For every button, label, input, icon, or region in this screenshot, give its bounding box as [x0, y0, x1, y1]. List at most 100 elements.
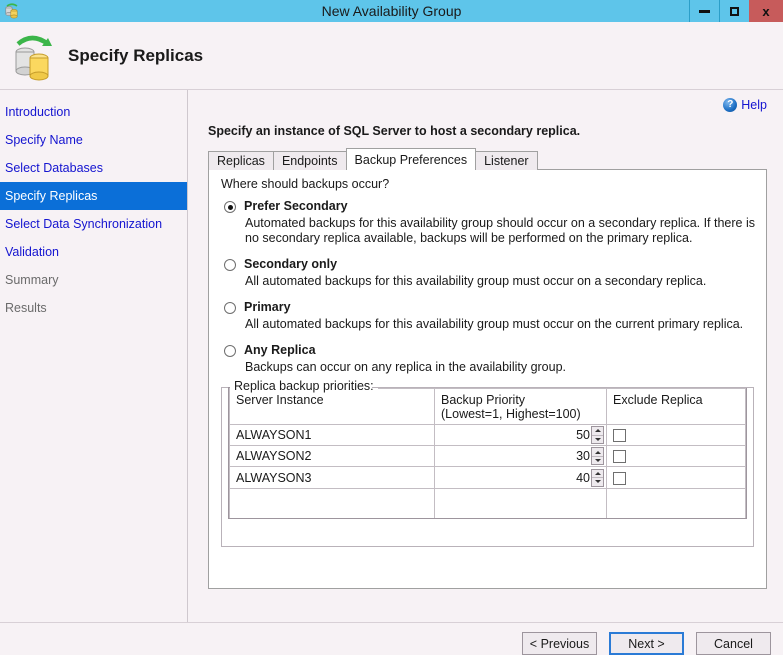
- priority-value: 40: [576, 470, 590, 485]
- minimize-icon: [699, 9, 710, 13]
- close-icon: x: [762, 3, 770, 19]
- table-row[interactable]: ALWAYSON2 30: [229, 445, 746, 468]
- dialog-footer: < Previous Next > Cancel: [0, 622, 783, 655]
- cell-backup-priority[interactable]: 30: [434, 445, 607, 468]
- tab-endpoints[interactable]: Endpoints: [272, 151, 347, 170]
- sidebar-item-select-databases[interactable]: Select Databases: [0, 154, 187, 182]
- instruction-text: Specify an instance of SQL Server to hos…: [208, 124, 581, 138]
- radio-prefer-secondary-label: Prefer Secondary: [244, 199, 348, 213]
- cell-exclude-replica[interactable]: [606, 466, 746, 489]
- table-row[interactable]: ALWAYSON1 50: [229, 423, 746, 447]
- radio-prefer-secondary-mark: [224, 201, 236, 213]
- priority-stepper[interactable]: 50: [435, 425, 606, 445]
- radio-primary[interactable]: Primary: [221, 300, 756, 315]
- radio-primary-label: Primary: [244, 300, 291, 314]
- dialog-body: Introduction Specify Name Select Databas…: [0, 90, 783, 643]
- radio-any-replica-description: Backups can occur on any replica in the …: [245, 360, 567, 374]
- radio-any-replica-mark: [224, 345, 236, 357]
- radio-primary-mark: [224, 302, 236, 314]
- cell-exclude-replica[interactable]: [606, 445, 746, 468]
- radio-prefer-secondary[interactable]: Prefer Secondary: [221, 199, 756, 214]
- replica-backup-priorities-group: Replica backup priorities: Server Instan…: [221, 379, 754, 547]
- tab-replicas[interactable]: Replicas: [208, 151, 274, 170]
- tab-listener[interactable]: Listener: [475, 151, 538, 170]
- column-header-backup-priority-line2: (Lowest=1, Highest=100): [441, 407, 581, 421]
- backup-location-question: Where should backups occur?: [221, 177, 390, 191]
- new-availability-group-dialog: New Availability Group x Specify Replica…: [0, 0, 783, 655]
- priority-value: 50: [576, 428, 590, 443]
- window-controls: x: [689, 0, 783, 22]
- sidebar-item-select-data-synchronization[interactable]: Select Data Synchronization: [0, 210, 187, 238]
- tab-backup-preferences[interactable]: Backup Preferences: [345, 148, 477, 170]
- radio-secondary-only-label: Secondary only: [244, 257, 338, 271]
- sidebar-item-results: Results: [5, 301, 47, 315]
- maximize-button[interactable]: [719, 0, 749, 22]
- radio-prefer-secondary-description: Automated backups for this availability …: [245, 216, 755, 245]
- sidebar-item-validation[interactable]: Validation: [0, 238, 187, 266]
- spinner-up-button[interactable]: [592, 469, 603, 478]
- chevron-down-icon: [594, 480, 601, 484]
- radio-secondary-only[interactable]: Secondary only: [221, 257, 756, 272]
- backup-preferences-panel: Where should backups occur? Prefer Secon…: [208, 169, 767, 589]
- radio-any-replica[interactable]: Any Replica: [221, 343, 756, 358]
- chevron-up-icon: [594, 450, 601, 454]
- main-content: ? Help Specify an instance of SQL Server…: [188, 90, 783, 643]
- spinner-down-button[interactable]: [592, 478, 603, 486]
- priority-spinner[interactable]: [591, 468, 604, 487]
- column-header-backup-priority-line1: Backup Priority: [441, 393, 526, 407]
- sidebar-item-introduction[interactable]: Introduction: [0, 98, 187, 126]
- title-bar: New Availability Group x: [0, 0, 783, 22]
- radio-any-replica-label: Any Replica: [244, 343, 316, 357]
- sidebar-item-specify-name[interactable]: Specify Name: [0, 126, 187, 154]
- table-row[interactable]: ALWAYSON3 40: [229, 466, 746, 489]
- chevron-down-icon: [594, 437, 601, 441]
- close-button[interactable]: x: [749, 0, 783, 22]
- cell-server-instance: ALWAYSON3: [229, 466, 435, 489]
- cell-exclude-replica[interactable]: [606, 423, 746, 447]
- replica-priorities-table: Server Instance Backup Priority (Lowest=…: [229, 388, 746, 518]
- database-replica-icon: [8, 30, 58, 82]
- radio-secondary-only-mark: [224, 259, 236, 271]
- availability-group-app-icon: [3, 2, 21, 20]
- sidebar-item-summary: Summary: [5, 273, 59, 287]
- spinner-down-button[interactable]: [592, 456, 603, 465]
- exclude-replica-checkbox[interactable]: [613, 450, 626, 464]
- cell-server-instance: ALWAYSON2: [229, 445, 435, 468]
- spinner-up-button[interactable]: [592, 427, 603, 436]
- cell-backup-priority[interactable]: 50: [434, 423, 607, 447]
- table-header-row: Server Instance Backup Priority (Lowest=…: [229, 388, 746, 425]
- spinner-up-button[interactable]: [592, 448, 603, 457]
- window-title: New Availability Group: [321, 3, 462, 19]
- sidebar-item-specify-replicas[interactable]: Specify Replicas: [0, 182, 187, 210]
- table-empty-area: [229, 487, 746, 518]
- wizard-steps-sidebar: Introduction Specify Name Select Databas…: [0, 90, 188, 643]
- priority-stepper[interactable]: 40: [435, 467, 606, 487]
- priority-stepper[interactable]: 30: [435, 446, 606, 466]
- help-row: ? Help: [202, 90, 769, 120]
- replica-priorities-table-container: Server Instance Backup Priority (Lowest=…: [228, 387, 747, 519]
- page-header: Specify Replicas: [0, 22, 783, 90]
- radio-secondary-only-description: All automated backups for this availabil…: [245, 274, 707, 288]
- priority-spinner[interactable]: [591, 447, 604, 466]
- column-header-server-instance: Server Instance: [229, 388, 435, 425]
- minimize-button[interactable]: [689, 0, 719, 22]
- page-title: Specify Replicas: [68, 45, 204, 65]
- cell-server-instance: ALWAYSON1: [229, 423, 435, 447]
- chevron-down-icon: [594, 459, 601, 463]
- spinner-down-button[interactable]: [592, 435, 603, 444]
- maximize-icon: [730, 6, 739, 16]
- column-header-backup-priority: Backup Priority (Lowest=1, Highest=100): [434, 388, 607, 425]
- cell-backup-priority[interactable]: 40: [434, 466, 607, 489]
- chevron-up-icon: [594, 471, 601, 475]
- help-link[interactable]: ? Help: [723, 98, 767, 112]
- exclude-replica-checkbox[interactable]: [613, 471, 626, 485]
- chevron-up-icon: [594, 429, 601, 433]
- question-mark-icon: ?: [723, 98, 738, 112]
- tab-strip: Replicas Endpoints Backup Preferences Li…: [208, 148, 769, 170]
- priority-spinner[interactable]: [591, 426, 604, 445]
- replica-backup-priorities-label: Replica backup priorities:: [230, 379, 378, 393]
- column-header-exclude-replica: Exclude Replica: [606, 388, 746, 425]
- backup-preference-radio-group: Prefer Secondary Automated backups for t…: [221, 199, 756, 375]
- exclude-replica-checkbox[interactable]: [613, 429, 626, 443]
- radio-primary-description: All automated backups for this availabil…: [245, 317, 744, 331]
